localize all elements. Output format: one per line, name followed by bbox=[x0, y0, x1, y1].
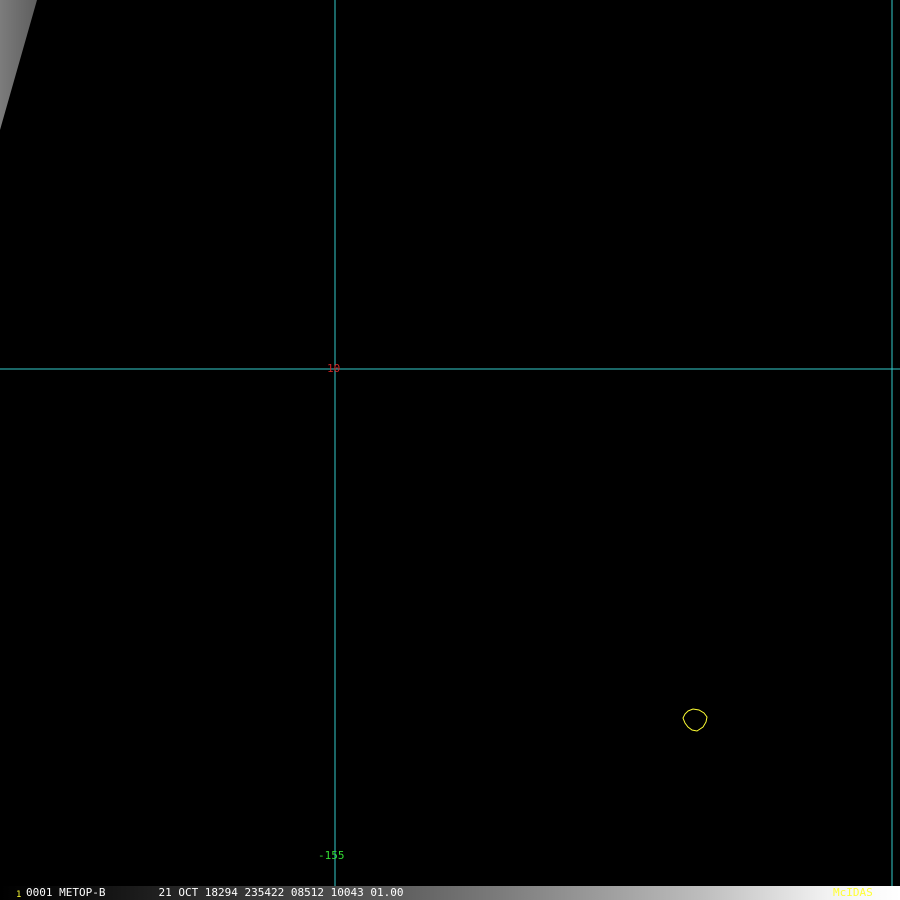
satellite-image-viewport: 10 -155 1 0001 METOP-B 21 OCT 18294 2354… bbox=[0, 0, 900, 900]
satellite-swath bbox=[0, 0, 37, 130]
frame-number: 1 bbox=[16, 890, 22, 900]
longitude-label: -155 bbox=[318, 849, 345, 862]
status-bar: 1 0001 METOP-B 21 OCT 18294 235422 08512… bbox=[0, 886, 900, 900]
image-info-text: 0001 METOP-B 21 OCT 18294 235422 08512 1… bbox=[26, 886, 404, 899]
map-layer bbox=[0, 0, 900, 886]
latitude-label: 10 bbox=[327, 362, 341, 375]
island-coastline bbox=[682, 708, 708, 732]
mcidas-logo-text: McIDAS bbox=[833, 886, 873, 899]
